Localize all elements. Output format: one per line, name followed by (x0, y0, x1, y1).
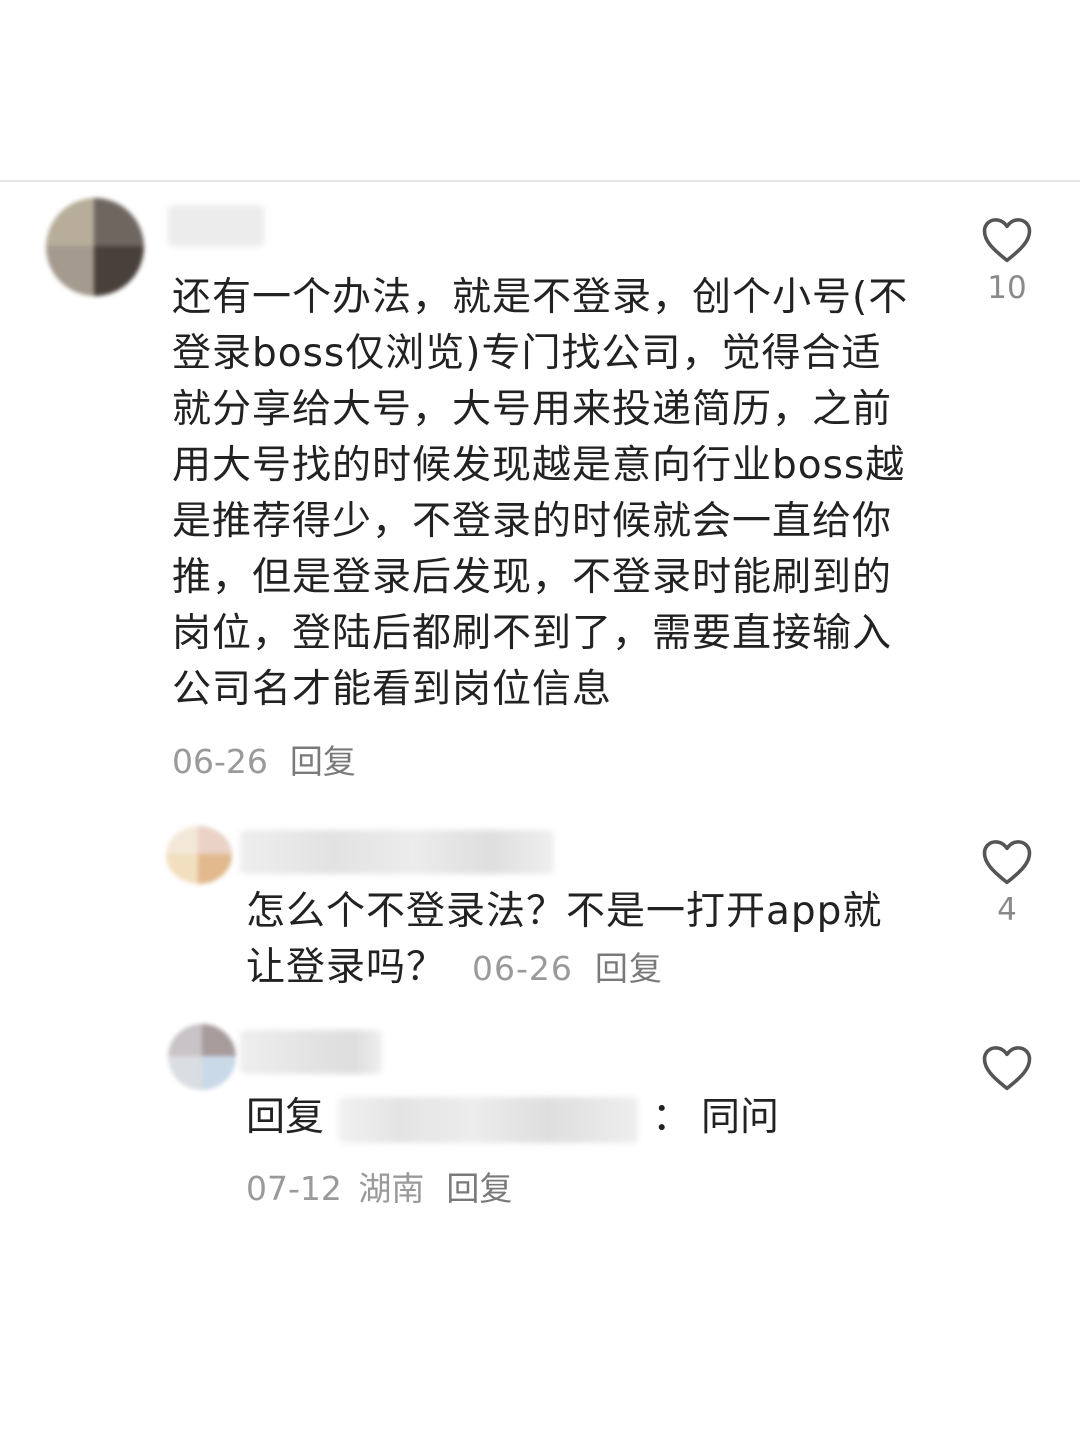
avatar[interactable] (166, 826, 232, 884)
avatar[interactable] (46, 198, 144, 296)
username-blurred[interactable] (240, 1030, 382, 1074)
heart-outline-icon (982, 840, 1032, 885)
comment-date: 07-12 (246, 1169, 342, 1208)
reply-button[interactable]: 回复 (446, 1169, 512, 1208)
top-divider (0, 180, 1080, 182)
separator: ： (652, 1095, 692, 1140)
comment-meta: 06-26 回复 (172, 735, 356, 783)
like-button[interactable]: 10 (975, 214, 1039, 306)
like-count: 4 (997, 892, 1017, 928)
comment-date: 06-26 (472, 949, 573, 988)
like-count: 10 (987, 270, 1027, 306)
like-button[interactable]: 4 (975, 836, 1039, 928)
like-button[interactable] (975, 1042, 1039, 1092)
reply-button[interactable]: 回复 (595, 949, 663, 988)
comment-location: 湖南 (358, 1169, 425, 1208)
reply-prefix: 回复 (246, 1095, 325, 1140)
heart-outline-icon (982, 1046, 1032, 1091)
mentioned-user-blurred[interactable] (338, 1096, 639, 1143)
reply-button[interactable]: 回复 (290, 742, 356, 781)
comment-meta: 07-12 湖南 回复 (246, 1162, 512, 1210)
reply-body: 同问 (701, 1095, 780, 1140)
username-blurred[interactable] (240, 830, 554, 874)
reply-text: 怎么个不登录法？不是一打开app就让登录吗？ 06-26 回复 (246, 889, 883, 990)
comment-date: 06-26 (172, 742, 268, 781)
avatar[interactable] (168, 1024, 236, 1090)
heart-outline-icon (982, 218, 1032, 263)
username-blurred[interactable] (168, 205, 264, 247)
comment-page: 还有一个办法，就是不登录，创个小号(不登录boss仅浏览)专门找公司，觉得合适就… (0, 0, 1080, 1440)
comment-text: 还有一个办法，就是不登录，创个小号(不登录boss仅浏览)专门找公司，觉得合适就… (172, 275, 909, 712)
reply-text: 回复 ：同问 (246, 1090, 779, 1146)
